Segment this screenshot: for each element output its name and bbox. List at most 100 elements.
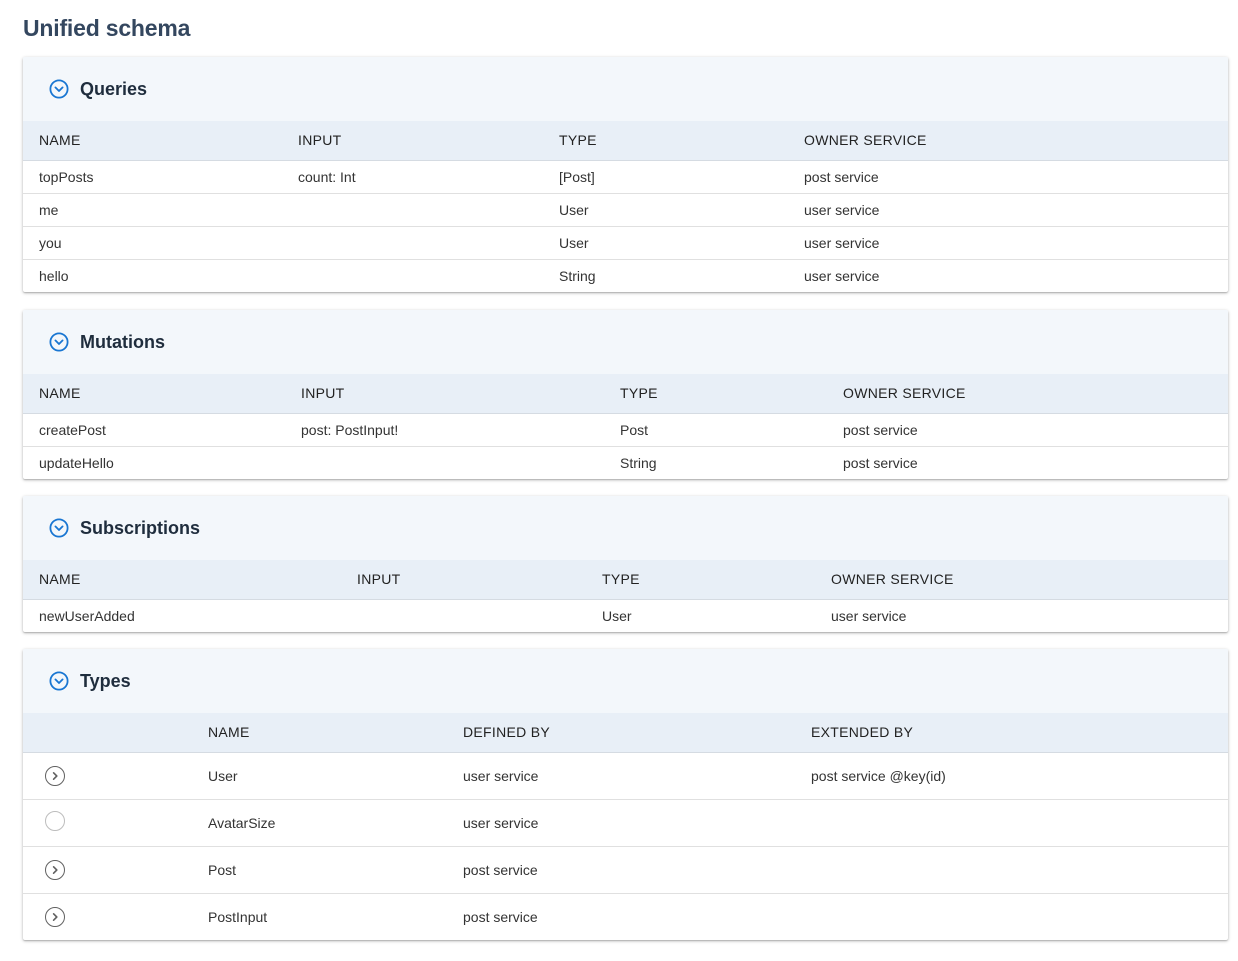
column-header-defined-by[interactable]: DEFINED BY bbox=[447, 713, 795, 753]
cell-type: [Post] bbox=[543, 160, 788, 194]
cell-name: you bbox=[23, 226, 282, 260]
table-row: updateHello String post service bbox=[23, 446, 1228, 479]
mutations-table: NAME INPUT TYPE OWNER SERVICE createPost… bbox=[23, 374, 1228, 479]
table-row: me User user service bbox=[23, 193, 1228, 227]
expander-cell bbox=[23, 799, 192, 847]
column-header-name[interactable]: NAME bbox=[23, 560, 341, 600]
cell-name: AvatarSize bbox=[192, 799, 447, 847]
cell-defined-by: post service bbox=[463, 908, 538, 925]
cell-type: String bbox=[559, 267, 596, 284]
chevron-right-circle-icon[interactable] bbox=[45, 859, 65, 880]
cell-extended-by bbox=[795, 846, 1228, 894]
cell-owner-service: user service bbox=[804, 267, 880, 284]
empty-circle-icon bbox=[45, 811, 65, 831]
column-header-input[interactable]: INPUT bbox=[285, 374, 604, 414]
column-header-type[interactable]: TYPE bbox=[586, 560, 815, 600]
expander-cell bbox=[23, 846, 192, 894]
cell-name: hello bbox=[39, 267, 69, 284]
cell-name: PostInput bbox=[208, 908, 268, 925]
cell-defined-by: user service bbox=[447, 752, 795, 800]
cell-type: User bbox=[543, 226, 788, 260]
cell-input: post: PostInput! bbox=[285, 413, 604, 447]
cell-name: User bbox=[192, 752, 447, 800]
cell-name: newUserAdded bbox=[39, 607, 135, 624]
cell-extended-by: post service @key(id) bbox=[795, 752, 1228, 800]
cell-name: Post bbox=[192, 846, 447, 894]
mutations-title: Mutations bbox=[80, 331, 165, 352]
page-title: Unified schema bbox=[23, 15, 191, 41]
column-header-input[interactable]: INPUT bbox=[282, 121, 543, 161]
cell-input bbox=[285, 446, 604, 479]
subscriptions-panel: Subscriptions NAME INPUT TYPE OWNER SERV… bbox=[23, 496, 1228, 632]
chevron-down-circle-icon[interactable] bbox=[49, 518, 69, 538]
expander-cell bbox=[23, 893, 192, 940]
cell-name: topPosts bbox=[23, 160, 282, 194]
cell-owner-service: user service bbox=[831, 607, 907, 624]
queries-panel: Queries NAME INPUT TYPE OWNER SERVICE to… bbox=[23, 57, 1228, 292]
column-header-expand bbox=[23, 713, 192, 753]
table-row: createPost post: PostInput! Post post se… bbox=[23, 413, 1228, 447]
types-table: NAME DEFINED BY EXTENDED BY User user se… bbox=[23, 713, 1228, 940]
column-header-owner-service[interactable]: OWNER SERVICE bbox=[827, 374, 1228, 414]
cell-defined-by: post service bbox=[447, 846, 795, 894]
chevron-right-circle-icon[interactable] bbox=[45, 765, 65, 786]
types-panel-header[interactable]: Types bbox=[23, 649, 1228, 713]
table-row[interactable]: User user service post service @key(id) bbox=[23, 752, 1228, 800]
chevron-right-circle-icon[interactable] bbox=[45, 906, 65, 927]
table-row: newUserAdded User user service bbox=[23, 599, 1228, 632]
column-header-name[interactable]: NAME bbox=[23, 121, 282, 161]
table-row[interactable]: Post post service bbox=[23, 846, 1228, 894]
table-row: topPosts count: Int [Post] post service bbox=[23, 160, 1228, 194]
cell-owner-service: post service bbox=[843, 454, 918, 471]
chevron-down-circle-icon[interactable] bbox=[49, 332, 69, 352]
table-row: AvatarSize user service bbox=[23, 799, 1228, 847]
cell-input bbox=[341, 599, 586, 632]
column-header-name[interactable]: NAME bbox=[23, 374, 285, 414]
cell-input: count: Int bbox=[282, 160, 543, 194]
expander-cell bbox=[23, 752, 192, 800]
cell-name: updateHello bbox=[39, 454, 114, 471]
cell-name: createPost bbox=[23, 413, 285, 447]
column-header-extended-by[interactable]: EXTENDED BY bbox=[795, 713, 1228, 753]
cell-name: me bbox=[23, 193, 282, 227]
mutations-panel-header[interactable]: Mutations bbox=[23, 310, 1228, 374]
cell-defined-by: user service bbox=[447, 799, 795, 847]
cell-input bbox=[282, 193, 543, 227]
subscriptions-panel-header[interactable]: Subscriptions bbox=[23, 496, 1228, 560]
subscriptions-table: NAME INPUT TYPE OWNER SERVICE newUserAdd… bbox=[23, 560, 1228, 632]
types-title: Types bbox=[80, 670, 131, 691]
cell-owner-service: user service bbox=[788, 193, 1228, 227]
cell-input bbox=[282, 226, 543, 260]
queries-title: Queries bbox=[80, 78, 148, 99]
cell-extended-by bbox=[795, 893, 1228, 940]
column-header-type[interactable]: TYPE bbox=[604, 374, 827, 414]
types-header-row: NAME DEFINED BY EXTENDED BY bbox=[23, 713, 1228, 753]
queries-panel-header[interactable]: Queries bbox=[23, 57, 1228, 121]
table-row: hello String user service bbox=[23, 259, 1228, 292]
cell-type: User bbox=[602, 607, 632, 624]
types-panel: Types NAME DEFINED BY EXTENDED BY User u… bbox=[23, 649, 1228, 940]
subscriptions-title: Subscriptions bbox=[80, 517, 201, 538]
queries-header-row: NAME INPUT TYPE OWNER SERVICE bbox=[23, 121, 1228, 161]
queries-table: NAME INPUT TYPE OWNER SERVICE topPosts c… bbox=[23, 121, 1228, 292]
column-header-owner-service[interactable]: OWNER SERVICE bbox=[815, 560, 1228, 600]
column-header-owner-service[interactable]: OWNER SERVICE bbox=[788, 121, 1228, 161]
chevron-down-circle-icon[interactable] bbox=[49, 79, 69, 99]
cell-input bbox=[282, 259, 543, 292]
cell-type: Post bbox=[604, 413, 827, 447]
mutations-panel: Mutations NAME INPUT TYPE OWNER SERVICE … bbox=[23, 310, 1228, 479]
cell-owner-service: user service bbox=[788, 226, 1228, 260]
column-header-input[interactable]: INPUT bbox=[341, 560, 586, 600]
column-header-type[interactable]: TYPE bbox=[543, 121, 788, 161]
table-row: you User user service bbox=[23, 226, 1228, 260]
cell-owner-service: post service bbox=[827, 413, 1228, 447]
mutations-header-row: NAME INPUT TYPE OWNER SERVICE bbox=[23, 374, 1228, 414]
cell-type: User bbox=[543, 193, 788, 227]
column-header-name[interactable]: NAME bbox=[192, 713, 447, 753]
cell-extended-by bbox=[795, 799, 1228, 847]
subscriptions-header-row: NAME INPUT TYPE OWNER SERVICE bbox=[23, 560, 1228, 600]
cell-type: String bbox=[620, 454, 657, 471]
cell-owner-service: post service bbox=[788, 160, 1228, 194]
table-row[interactable]: PostInput post service bbox=[23, 893, 1228, 940]
chevron-down-circle-icon[interactable] bbox=[49, 671, 69, 691]
